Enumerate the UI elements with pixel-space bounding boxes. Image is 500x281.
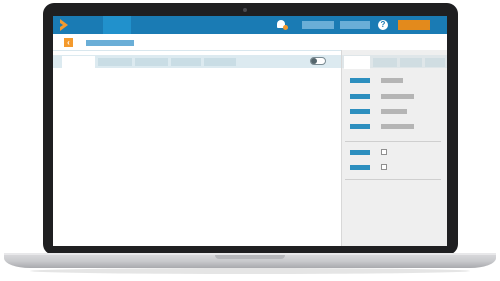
tab-3[interactable]	[135, 58, 168, 66]
field-label	[350, 150, 370, 155]
app-screen: ? ‹	[53, 16, 447, 246]
panel-divider	[345, 141, 441, 142]
breadcrumb[interactable]	[86, 40, 134, 46]
panel-tab-3[interactable]	[400, 58, 422, 67]
nav-item-active[interactable]	[103, 16, 131, 34]
field-value	[381, 124, 414, 129]
back-button[interactable]: ‹	[64, 38, 73, 47]
help-icon[interactable]: ?	[378, 20, 388, 30]
panel-tab-4[interactable]	[425, 58, 445, 67]
field-value	[381, 94, 414, 99]
laptop-notch	[215, 255, 285, 259]
field-value	[381, 78, 403, 83]
option-checkbox[interactable]	[381, 149, 387, 155]
panel-tab-2[interactable]	[373, 58, 397, 67]
field-label	[350, 109, 370, 114]
notification-badge	[283, 25, 288, 30]
field-label	[350, 94, 370, 99]
tab-active[interactable]	[62, 56, 95, 68]
tab-4[interactable]	[171, 58, 201, 66]
webcam	[243, 8, 247, 12]
field-label	[350, 78, 370, 83]
tab-2[interactable]	[98, 58, 132, 66]
panel-divider	[345, 179, 441, 180]
tab-5[interactable]	[204, 58, 236, 66]
option-checkbox[interactable]	[381, 164, 387, 170]
panel-tab-active[interactable]	[344, 56, 370, 69]
field-label	[350, 124, 370, 129]
field-value	[381, 109, 407, 114]
toggle-knob	[311, 58, 317, 64]
top-nav-button-1[interactable]	[302, 21, 334, 29]
laptop-shadow	[30, 268, 470, 274]
top-nav-button-2[interactable]	[340, 21, 370, 29]
primary-action-button[interactable]	[398, 20, 430, 30]
field-label	[350, 165, 370, 170]
play-logo-icon[interactable]	[60, 19, 68, 31]
